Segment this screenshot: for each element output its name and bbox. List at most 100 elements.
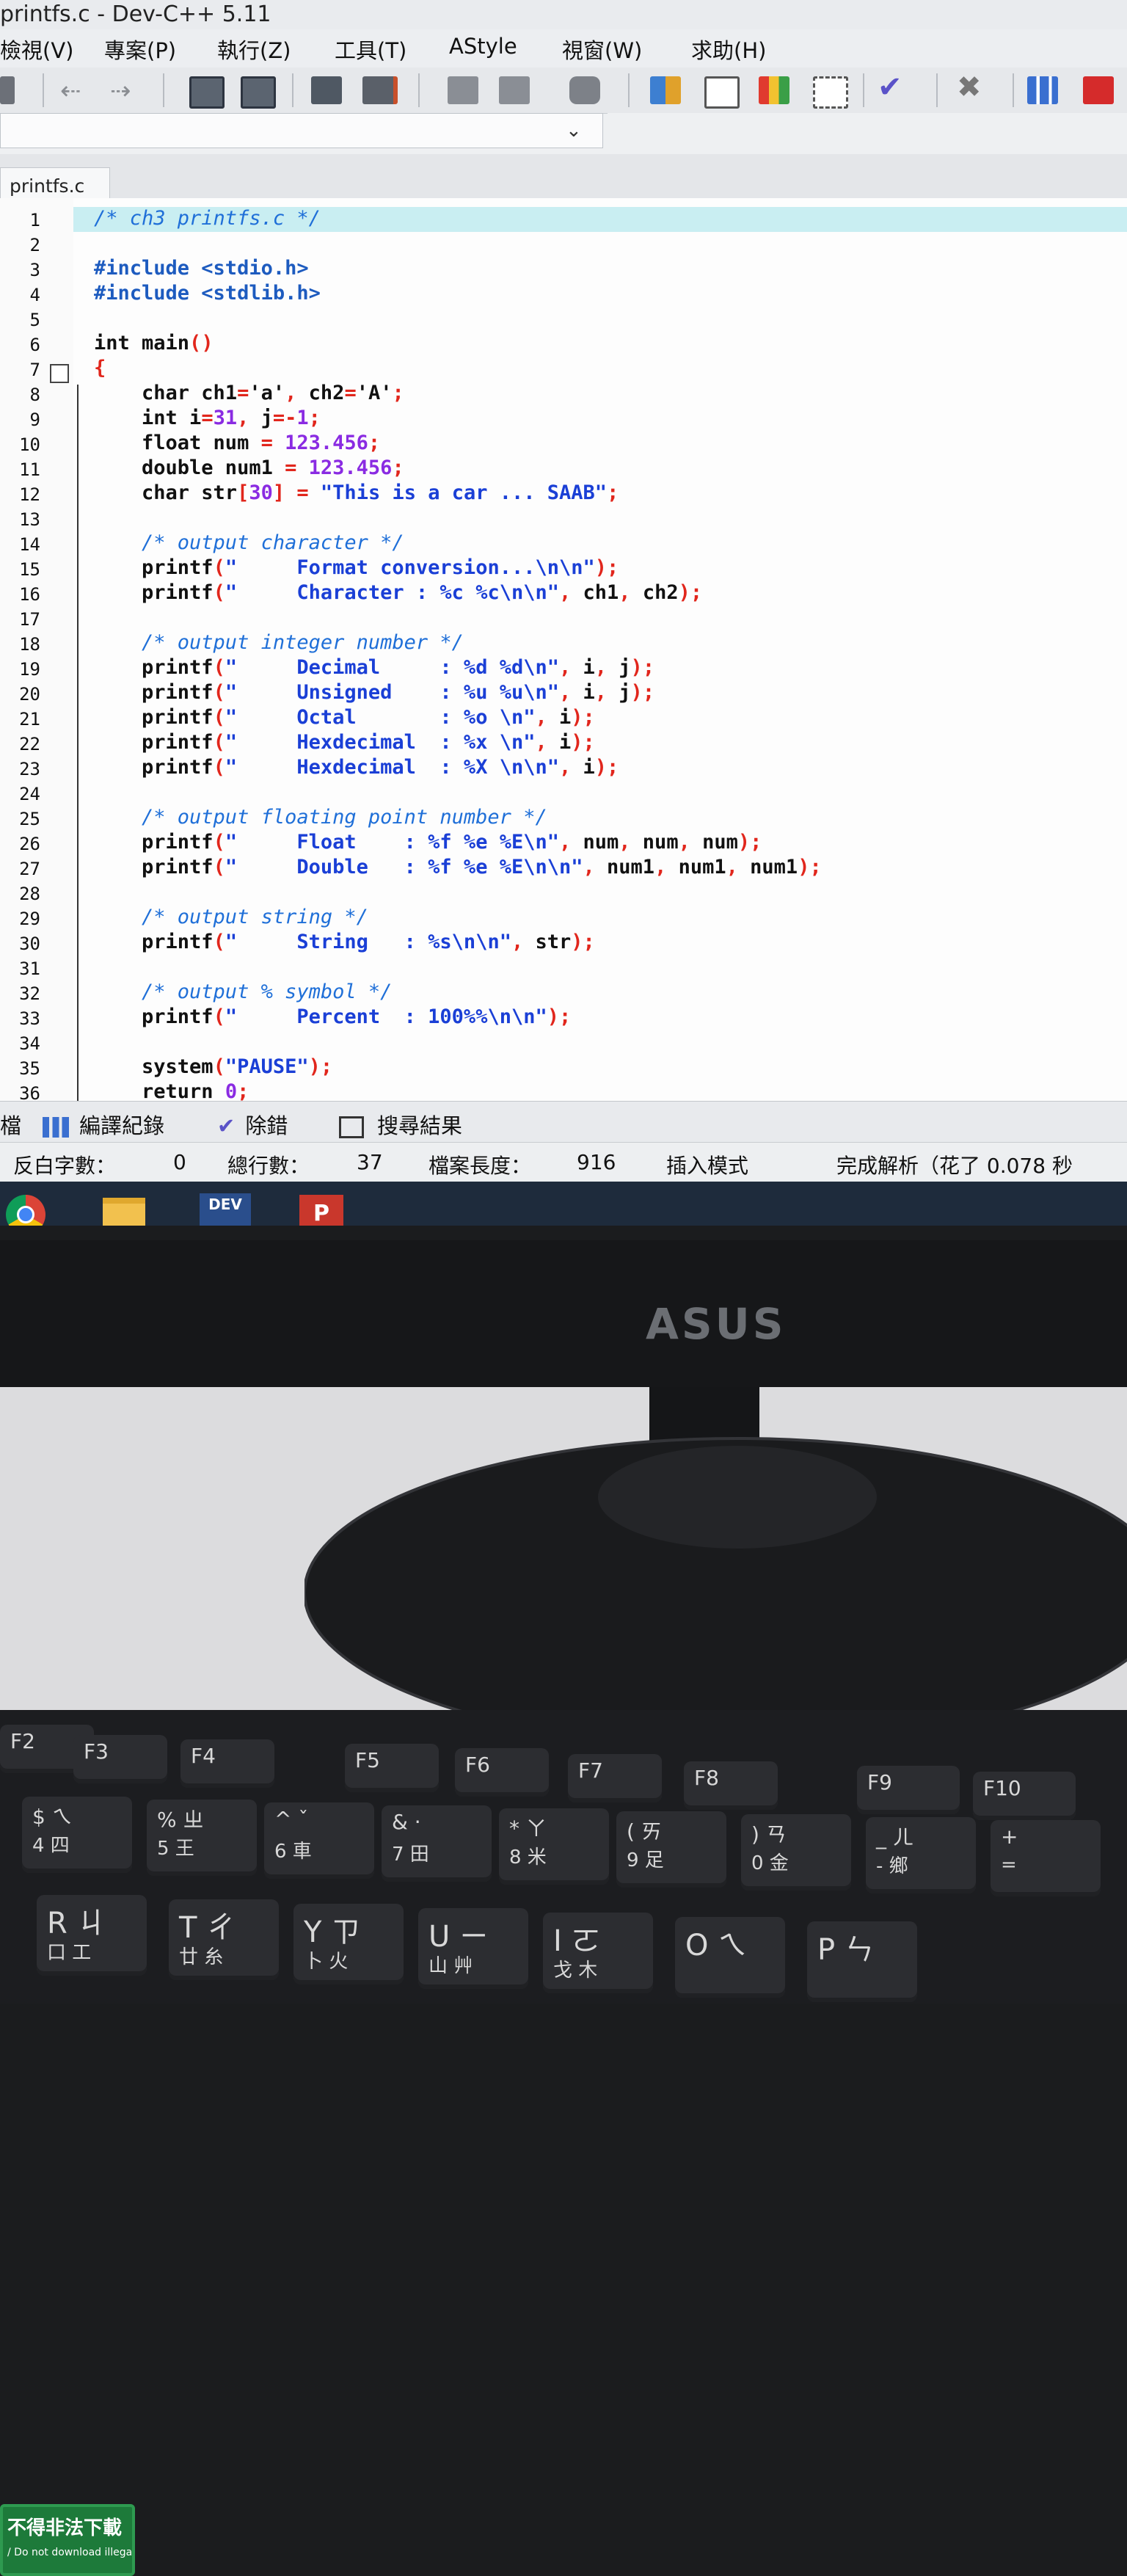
find-icon[interactable] — [189, 76, 225, 109]
tab-printfs[interactable]: printfs.c — [0, 167, 110, 198]
line-number: 7 — [29, 360, 40, 380]
key-f9[interactable]: F9 — [857, 1766, 960, 1814]
stand-hub — [598, 1446, 877, 1549]
key-number[interactable]: * ㄚ 8 米 — [499, 1808, 609, 1885]
check-icon: ✔ — [217, 1113, 236, 1138]
key-label: F2 — [10, 1729, 35, 1753]
fold-toggle-icon[interactable] — [50, 364, 69, 383]
key-f5[interactable]: F5 — [345, 1744, 439, 1792]
parse-status: 完成解析（花了 0.078 秒 — [836, 1154, 1073, 1178]
key-f3[interactable]: F3 — [73, 1735, 167, 1783]
key-label: F5 — [355, 1748, 380, 1772]
chevron-down-icon[interactable]: ⌄ — [566, 120, 582, 142]
redo-icon[interactable]: ⇢ — [110, 76, 141, 106]
replace-icon[interactable] — [241, 76, 276, 109]
menu-execute[interactable]: 執行(Z) — [217, 34, 291, 65]
chrome-icon[interactable] — [6, 1195, 45, 1226]
key-letter[interactable]: U ㄧ山 艸 — [418, 1908, 528, 1989]
delete-icon[interactable] — [1083, 76, 1114, 104]
key-number[interactable]: ^ ˇ 6 車 — [264, 1802, 374, 1879]
key-letter[interactable]: O ㄟ — [675, 1917, 785, 1998]
key-number[interactable]: + = — [991, 1820, 1101, 1896]
chart-icon[interactable] — [1027, 76, 1058, 104]
key-sublabel: = — [1001, 1854, 1017, 1876]
key-label: _ ㄦ — [876, 1825, 913, 1849]
close-icon[interactable]: ✖ — [957, 70, 988, 104]
bottom-panel-tabs: 檔 編譯紀錄 ✔ 除錯 搜尋結果 — [0, 1101, 1127, 1143]
key-number[interactable]: $ ㄟ 4 四 — [22, 1797, 132, 1873]
key-number[interactable]: % ㄓ 5 王 — [147, 1800, 257, 1876]
code-line: /* output integer number */ — [94, 631, 464, 654]
color-icon[interactable] — [759, 76, 789, 104]
tab-search-results[interactable]: 搜尋結果 — [339, 1109, 462, 1140]
grid-icon[interactable] — [813, 76, 848, 109]
menu-astyle[interactable]: AStyle — [449, 34, 517, 59]
keyboard: F2 F3 F4 F5 F6 F7 F8 F9 F10 $ ㄟ 4 四 % ㄓ 5 王 ^ ˇ 6 車 & ·… — [0, 1710, 1127, 2004]
code-line: printf(" Octal : %o \n", i); — [94, 706, 595, 729]
tab-search-results-label: 搜尋結果 — [377, 1113, 463, 1138]
check-icon[interactable]: ✔ — [878, 70, 908, 104]
key-f6[interactable]: F6 — [455, 1748, 549, 1797]
tab-file[interactable]: 檔 — [0, 1109, 21, 1140]
window-icon[interactable] — [704, 76, 740, 109]
taskbar: DEV P — [0, 1182, 1127, 1226]
forward-icon[interactable] — [499, 76, 530, 104]
key-label: F6 — [465, 1753, 490, 1777]
bookmark-goto-icon[interactable] — [569, 76, 600, 104]
class-dropdown[interactable]: ⌄ — [0, 113, 603, 148]
save-icon[interactable] — [0, 76, 15, 104]
line-number: 10 — [19, 434, 40, 455]
key-letter[interactable]: T ㄔ廿 糸 — [169, 1899, 279, 1980]
key-number[interactable]: ( ㄞ 9 足 — [616, 1811, 726, 1888]
menu-help[interactable]: 求助(H) — [691, 34, 766, 65]
key-label: % ㄓ — [157, 1808, 204, 1832]
line-number: 5 — [29, 310, 40, 330]
line-number: 20 — [19, 684, 40, 705]
line-number: 19 — [19, 659, 40, 680]
key-label: P ㄣ — [817, 1933, 874, 1967]
key-number[interactable]: ) ㄢ 0 金 — [741, 1814, 851, 1891]
key-f10[interactable]: F10 — [973, 1772, 1076, 1820]
folder-icon[interactable] — [103, 1198, 145, 1226]
key-f8[interactable]: F8 — [684, 1761, 778, 1810]
dev-cpp-label: DEV — [208, 1196, 242, 1213]
key-sublabel: 9 足 — [627, 1849, 664, 1871]
toolbar-separator — [628, 73, 630, 107]
tab-compile-log[interactable]: 編譯紀錄 — [43, 1109, 164, 1140]
selected-value: 0 — [173, 1150, 186, 1174]
key-sublabel: 6 車 — [274, 1841, 312, 1863]
menu-tools[interactable]: 工具(T) — [335, 34, 406, 65]
bookmark-icon[interactable] — [362, 76, 398, 104]
tab-debug[interactable]: ✔ 除錯 — [217, 1109, 288, 1140]
key-number[interactable]: _ ㄦ - 鄉 — [866, 1817, 976, 1893]
menu-project[interactable]: 專案(P) — [104, 34, 176, 65]
monitor-bezel: 不得非法下載 / Do not download illegally ASUS — [0, 1240, 1127, 2576]
key-number[interactable]: & · 7 田 — [382, 1805, 492, 1882]
tab-compile-log-label: 編譯紀錄 — [79, 1113, 165, 1138]
menu-window[interactable]: 視窗(W) — [562, 34, 642, 65]
sticker-subtext: / Do not download illegally — [7, 2547, 135, 2558]
key-f4[interactable]: F4 — [180, 1739, 274, 1788]
key-f7[interactable]: F7 — [568, 1754, 662, 1802]
back-icon[interactable] — [448, 76, 478, 104]
code-line: { — [94, 357, 106, 379]
line-number: 15 — [19, 559, 40, 580]
powerpoint-icon[interactable]: P — [299, 1195, 343, 1226]
dev-cpp-icon[interactable]: DEV — [200, 1193, 251, 1226]
tab-debug-label: 除錯 — [245, 1113, 288, 1138]
undo-icon[interactable]: ⇠ — [60, 76, 91, 106]
toggle-icon[interactable] — [311, 76, 342, 104]
function-dropdown[interactable] — [608, 113, 1127, 147]
key-label: F7 — [578, 1758, 603, 1783]
new-project-icon[interactable] — [650, 76, 681, 104]
key-letter[interactable]: P ㄣ — [807, 1921, 917, 2002]
code-editor[interactable]: 1 2 3 4 5 6 7 8 9 10 11 12 13 14 15 16 17 18 19 20 21 22 23 24 2… — [0, 198, 1127, 1133]
length-label: 檔案長度： — [428, 1154, 532, 1178]
key-letter[interactable]: R ㄐ口 工 — [37, 1895, 147, 1976]
menu-view[interactable]: 檢視(V) — [0, 34, 73, 65]
line-number: 18 — [19, 634, 40, 655]
key-letter[interactable]: I ㄛ戈 木 — [543, 1913, 653, 1993]
key-letter[interactable]: Y ㄗ卜 火 — [293, 1904, 404, 1984]
line-number: 1 — [29, 210, 40, 230]
key-label: F4 — [191, 1744, 216, 1768]
